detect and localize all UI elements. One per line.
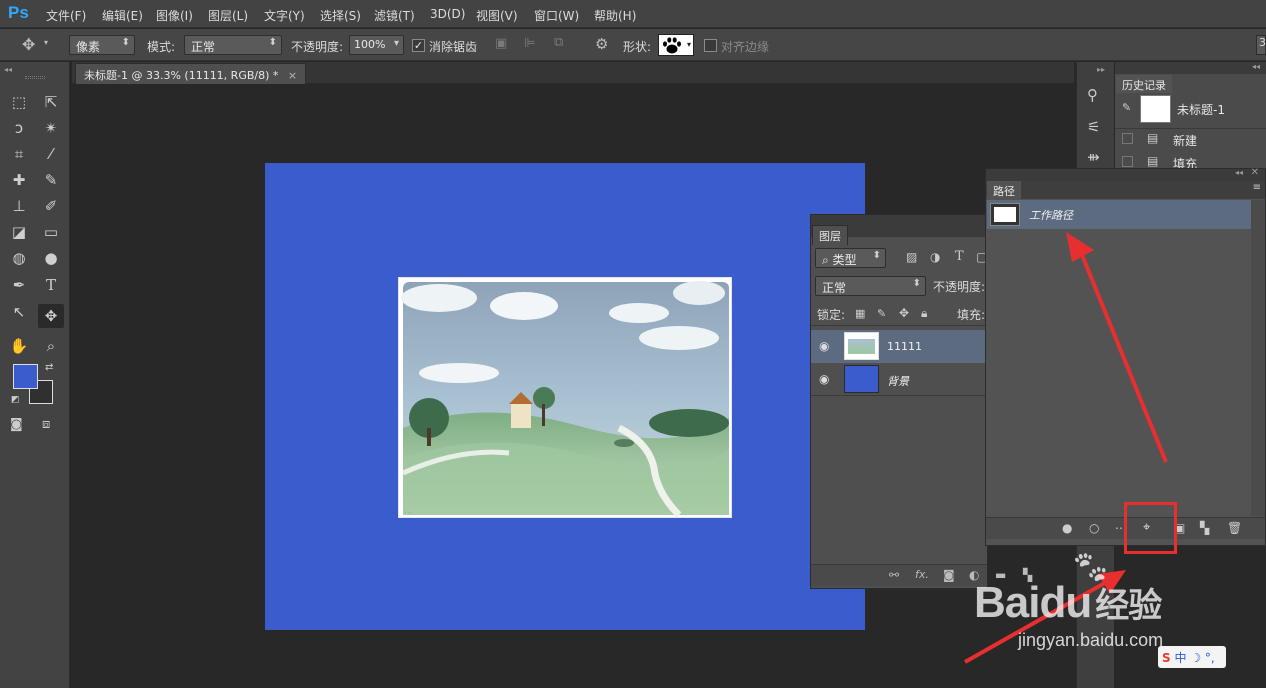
ime-toolbar[interactable]: S 中 ☽ °, bbox=[1158, 646, 1226, 668]
baidu-jingyan-watermark: Baidu 经验 🐾︎ jingyan.baidu.com S 中 ☽ °, bbox=[960, 548, 1260, 688]
arrow-to-work-path bbox=[1078, 249, 1168, 463]
punctuation-icon: °, bbox=[1204, 651, 1215, 665]
watermark-url: jingyan.baidu.com bbox=[1018, 630, 1164, 650]
sogou-logo-icon: S bbox=[1162, 651, 1171, 665]
paw-logo-icon: 🐾︎ bbox=[1070, 548, 1111, 586]
watermark-brand-cn: 经验 bbox=[1095, 587, 1162, 625]
arrowhead-icon bbox=[1066, 232, 1094, 262]
watermark-brand: Baidu 经验 bbox=[974, 578, 1162, 628]
ime-mode: 中 bbox=[1174, 651, 1187, 665]
moon-icon: ☽ bbox=[1190, 651, 1202, 665]
